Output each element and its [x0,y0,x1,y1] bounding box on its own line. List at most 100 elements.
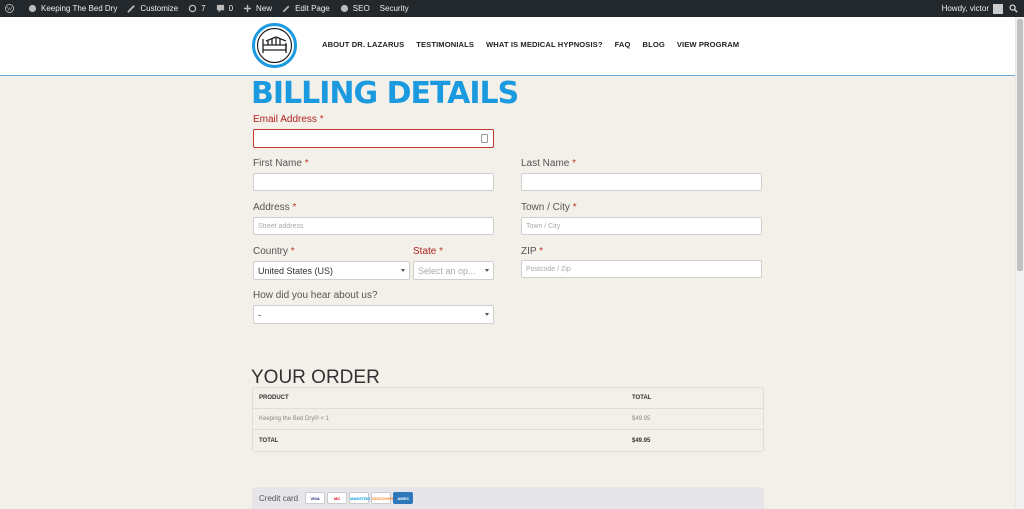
required-mark: * [539,246,544,257]
new-link[interactable]: New [238,0,277,17]
chevron-down-icon [485,269,489,272]
city-placeholder: Town / City [526,222,561,230]
item-price: $49.95 [632,416,651,422]
admin-bar: W Keeping The Bed Dry Customize 7 0 New … [0,0,1024,17]
first-name-label: First Name * [253,158,309,169]
new-label: New [256,4,273,13]
order-item-row: Keeping the Bed Dry® × 1 $49.95 [253,409,763,430]
last-name-label: Last Name * [521,158,576,169]
last-name-field[interactable] [521,173,762,191]
autofill-icon[interactable] [481,134,488,143]
site-name-link[interactable]: Keeping The Bed Dry [23,0,122,17]
country-label: Country * [253,246,295,257]
hear-about-value: - [258,309,261,320]
page-scrollbar[interactable] [1015,17,1024,509]
amex-icon: AMEX [393,492,414,504]
email-label: Email Address * [253,114,324,125]
customize-link[interactable]: Customize [122,0,183,17]
comment-icon [216,4,224,13]
last-name-label-text: Last Name [521,158,570,169]
address-label-text: Address [253,202,290,213]
state-label: State * [413,246,443,257]
required-mark: * [290,246,295,257]
payment-label: Credit card [259,493,299,503]
site-logo[interactable] [252,23,297,68]
hear-about-select[interactable]: - [253,305,494,324]
nav-item-medical-hypnosis[interactable]: WHAT IS MEDICAL HYPNOSIS? [486,40,603,49]
country-select[interactable]: United States (US) [253,261,410,280]
page-title: BILLING DETAILS [251,76,519,111]
plus-icon [243,4,252,13]
mastercard-icon: MC [327,492,348,504]
edit-page-label: Edit Page [295,4,330,13]
state-placeholder: Select an op... [418,265,476,276]
zip-label-text: ZIP [521,246,537,257]
seo-status-icon [340,4,348,13]
nav-item-blog[interactable]: BLOG [643,40,665,49]
site-name: Keeping The Bed Dry [41,4,118,13]
security-link[interactable]: Security [375,0,414,17]
howdy-user[interactable]: Howdy, victor [937,0,989,17]
chevron-down-icon [485,313,489,316]
col-total: TOTAL [632,395,652,401]
brush-icon [127,5,136,13]
total-label: TOTAL [259,437,279,444]
updates-icon [188,4,197,13]
scrollbar-thumb[interactable] [1017,19,1023,271]
wordpress-logo[interactable]: W [0,0,23,17]
updates-link[interactable]: 7 [183,0,210,17]
payment-method[interactable]: Credit card VISA MC MAESTRO DISCOVER AME… [252,487,764,509]
order-header-row: PRODUCT TOTAL [253,388,763,409]
city-field[interactable]: Town / City [521,217,762,235]
hear-about-label: How did you hear about us? [253,290,378,301]
col-product: PRODUCT [259,395,289,401]
required-mark: * [439,246,444,257]
avatar[interactable] [993,3,1003,14]
comments-count: 0 [228,4,234,13]
address-label: Address * [253,202,296,213]
chevron-down-icon [401,269,405,272]
discover-icon: DISCOVER [371,492,393,504]
address-placeholder: Street address [258,222,304,230]
address-field[interactable]: Street address [253,217,494,235]
main-nav: ABOUT DR. LAZARUS TESTIMONIALS WHAT IS M… [322,40,751,49]
email-label-text: Email Address [253,114,317,125]
seo-label: SEO [352,4,370,13]
nav-item-view-program[interactable]: VIEW PROGRAM [677,40,739,49]
first-name-label-text: First Name [253,158,302,169]
zip-field[interactable]: Postcode / Zip [521,260,762,278]
item-name: Keeping the Bed Dry® × 1 [259,416,329,422]
country-label-text: Country [253,246,289,257]
required-mark: * [304,158,309,169]
required-mark: * [319,114,324,125]
nav-item-testimonials[interactable]: TESTIMONIALS [416,40,474,49]
comments-link[interactable]: 0 [211,0,238,17]
zip-label: ZIP * [521,246,543,257]
home-icon [28,4,37,13]
total-value: $49.95 [632,437,651,444]
order-table: PRODUCT TOTAL Keeping the Bed Dry® × 1 $… [252,387,764,452]
edit-page-link[interactable]: Edit Page [277,0,335,17]
city-label-text: Town / City [521,202,570,213]
wordpress-icon: W [5,4,14,13]
nav-item-faq[interactable]: FAQ [615,40,631,49]
zip-placeholder: Postcode / Zip [526,265,571,273]
maestro-icon: MAESTRO [349,492,370,504]
first-name-field[interactable] [253,173,494,191]
order-title: YOUR ORDER [251,367,380,388]
required-mark: * [292,202,297,213]
state-select[interactable]: Select an op... [413,261,494,280]
country-value: United States (US) [258,265,334,276]
state-label-text: State [413,246,437,257]
city-label: Town / City * [521,202,577,213]
nav-item-about[interactable]: ABOUT DR. LAZARUS [322,40,404,49]
visa-icon: VISA [305,492,326,504]
order-total-row: TOTAL $49.95 [253,430,763,451]
pencil-icon [282,5,290,13]
email-field[interactable] [253,129,494,148]
seo-link[interactable]: SEO [335,0,375,17]
required-mark: * [572,158,577,169]
security-label: Security [379,4,409,13]
customize-label: Customize [140,4,179,13]
search-icon[interactable] [1009,4,1018,13]
